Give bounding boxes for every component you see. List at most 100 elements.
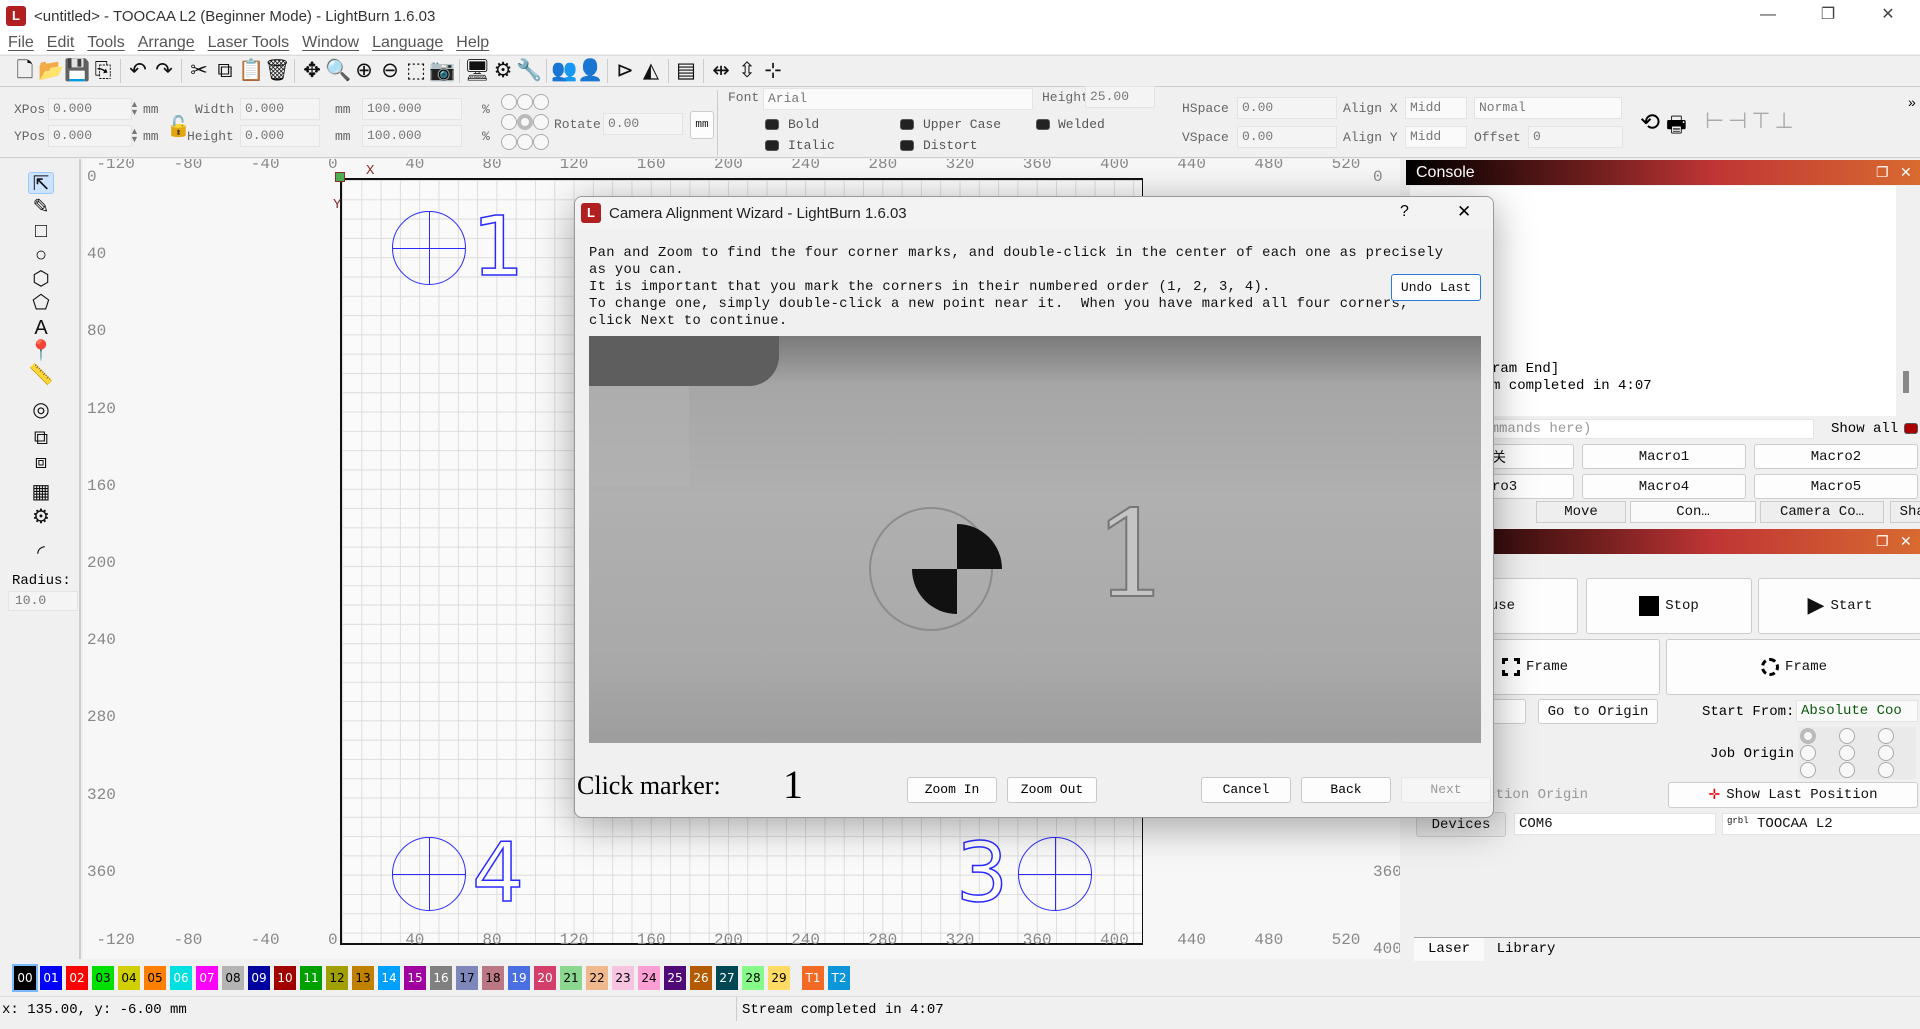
circle-frame-button[interactable]: Frame (1666, 639, 1920, 695)
macro-button[interactable]: Macro5 (1754, 474, 1918, 499)
color-swatch-23[interactable]: 23 (612, 966, 634, 990)
macro-button[interactable]: Macro1 (1582, 444, 1746, 469)
dialog-close-button[interactable]: ✕ (1457, 202, 1471, 222)
tab-laser[interactable]: Laser (1414, 938, 1484, 961)
mirror-v-icon[interactable]: ◭ (638, 58, 664, 84)
color-swatch-15[interactable]: 15 (404, 966, 426, 990)
vspace-input[interactable]: 0.00 (1237, 126, 1337, 148)
color-swatch-07[interactable]: 07 (196, 966, 218, 990)
xpos-input[interactable]: 0.000 (48, 98, 132, 120)
stop-button[interactable]: Stop (1586, 578, 1752, 634)
color-swatch-19[interactable]: 19 (508, 966, 530, 990)
float-icon[interactable]: ❐ (1876, 529, 1889, 554)
zoom-frame-icon[interactable]: 🔍 (325, 58, 351, 84)
bold-toggle[interactable] (765, 119, 779, 130)
device-select[interactable]: grbl TOOCAA L2 (1722, 813, 1920, 835)
macro-button[interactable]: Macro4 (1582, 474, 1746, 499)
color-swatch-T1[interactable]: T1 (802, 966, 824, 990)
zoom-selection-icon[interactable]: ⬚ (403, 58, 429, 84)
paste-icon[interactable]: 📋 (238, 58, 264, 84)
dock-tab[interactable]: Camera Co… (1760, 501, 1884, 523)
undo-last-button[interactable]: Undo Last (1391, 274, 1481, 301)
color-swatch-11[interactable]: 11 (300, 966, 322, 990)
center-cross-icon[interactable]: ⊹ (760, 58, 786, 84)
back-button[interactable]: Back (1301, 777, 1391, 803)
text-tool-icon[interactable]: A (28, 317, 54, 339)
color-swatch-04[interactable]: 04 (118, 966, 140, 990)
job-origin-radio[interactable] (1800, 762, 1816, 778)
camera-icon[interactable]: 📷 (429, 58, 455, 84)
anchor-radio[interactable] (533, 134, 549, 150)
color-swatch-18[interactable]: 18 (482, 966, 504, 990)
tab-library[interactable]: Library (1486, 938, 1566, 961)
menu-file[interactable]: File (8, 34, 34, 52)
units-toggle-button[interactable]: mm (690, 111, 714, 139)
delete-icon[interactable]: 🗑 (264, 58, 291, 84)
distribute-h-icon[interactable]: ⇹ (708, 58, 734, 84)
mirror-h-icon[interactable]: ⊳ (612, 58, 638, 84)
align-tools-icon[interactable]: ⊢⊣⊤⊥ (1705, 108, 1798, 134)
group-icon[interactable]: 👥 (551, 58, 577, 84)
next-button[interactable]: Next (1401, 777, 1491, 803)
color-swatch-00[interactable]: 00 (12, 964, 38, 992)
distort-toggle[interactable] (900, 140, 914, 151)
close-icon[interactable]: ✕ (1900, 529, 1912, 554)
color-swatch-13[interactable]: 13 (352, 966, 374, 990)
job-origin-radio[interactable] (1839, 728, 1855, 744)
welded-toggle[interactable] (1036, 119, 1050, 130)
job-origin-radio[interactable] (1800, 745, 1816, 761)
anchor-radio[interactable] (501, 114, 517, 130)
port-select[interactable]: COM6 (1514, 813, 1716, 835)
distribute-v-icon[interactable]: ⇳ (734, 58, 760, 84)
copy-icon[interactable]: ⧉ (212, 58, 238, 84)
upper-case-toggle[interactable] (900, 119, 914, 130)
color-swatch-09[interactable]: 09 (248, 966, 270, 990)
pencil-tool-icon[interactable]: ✎ (28, 196, 54, 218)
weld-tool-icon[interactable]: ⧉ (28, 427, 54, 449)
job-origin-radio[interactable] (1878, 745, 1894, 761)
circular-array-tool-icon[interactable]: ⚙ (28, 506, 54, 528)
new-file-icon[interactable]: 🗋 (12, 58, 38, 84)
color-swatch-29[interactable]: 29 (768, 966, 790, 990)
color-swatch-17[interactable]: 17 (456, 966, 478, 990)
import-icon[interactable]: ⎘ (90, 58, 116, 84)
color-swatch-28[interactable]: 28 (742, 966, 764, 990)
maximize-button[interactable]: ❐ (1805, 0, 1851, 30)
color-swatch-24[interactable]: 24 (638, 966, 660, 990)
start-button[interactable]: ▶ Start (1758, 578, 1920, 634)
job-origin-radio[interactable] (1800, 728, 1816, 744)
user-icon[interactable]: 👤 (577, 58, 603, 84)
anchor-radio[interactable] (501, 94, 517, 110)
menu-tools[interactable]: Tools (87, 34, 124, 52)
offset-tool-icon[interactable]: ◎ (28, 399, 54, 421)
start-from-select[interactable]: Absolute Coo (1796, 700, 1918, 722)
menu-edit[interactable]: Edit (47, 34, 75, 52)
polygon-tool-icon[interactable]: ⬡ (28, 268, 54, 290)
menu-arrange[interactable]: Arrange (138, 34, 195, 52)
print-and-cut-icon[interactable]: 🖶 (1666, 108, 1687, 146)
job-origin-radio[interactable] (1839, 762, 1855, 778)
boolean-tool-icon[interactable]: ⧈ (28, 451, 54, 473)
menu-language[interactable]: Language (372, 34, 443, 52)
text-mode-select[interactable]: Normal (1474, 97, 1622, 119)
anchor-radio[interactable] (517, 114, 533, 130)
dock-tab[interactable]: Con… (1630, 501, 1756, 523)
select-tool-icon[interactable]: ⇱ (28, 172, 54, 195)
minimize-button[interactable]: — (1745, 0, 1791, 30)
move-icon[interactable]: ✥ (299, 58, 325, 84)
ypos-input[interactable]: 0.000 (48, 125, 132, 147)
width-input[interactable]: 0.000 (240, 98, 320, 120)
macro-button[interactable]: Macro2 (1754, 444, 1918, 469)
color-swatch-01[interactable]: 01 (40, 966, 62, 990)
color-swatch-27[interactable]: 27 (716, 966, 738, 990)
close-button[interactable]: ✕ (1865, 0, 1911, 30)
offset-input[interactable]: 0 (1528, 126, 1623, 148)
height-input[interactable]: 0.000 (240, 125, 320, 147)
anchor-radio[interactable] (517, 134, 533, 150)
camera-view[interactable]: 1 (589, 336, 1481, 743)
color-swatch-06[interactable]: 06 (170, 966, 192, 990)
corner-radius-tool-icon[interactable]: ◜ (28, 542, 54, 564)
color-swatch-25[interactable]: 25 (664, 966, 686, 990)
redo-icon[interactable]: ↷ (151, 58, 177, 84)
ellipse-tool-icon[interactable]: ○ (28, 244, 54, 266)
